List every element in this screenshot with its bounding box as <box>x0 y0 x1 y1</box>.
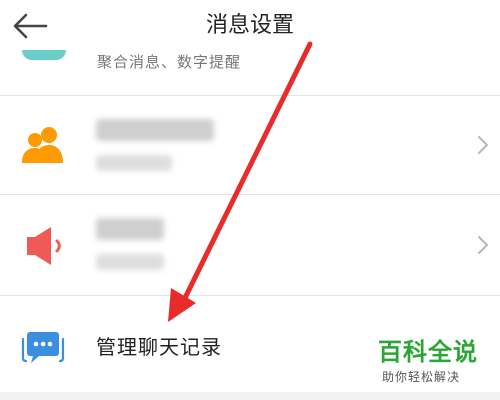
speaker-icon <box>27 227 61 265</box>
settings-row-sound[interactable] <box>0 195 500 295</box>
settings-row-contacts[interactable] <box>0 96 500 194</box>
contacts-icon <box>22 127 63 163</box>
watermark-title: 百科全说 <box>378 338 478 366</box>
chat-bubble-icon <box>21 332 65 363</box>
bottom-strip <box>0 392 500 400</box>
manage-chat-history-label: 管理聊天记录 <box>96 335 222 359</box>
page-title: 消息设置 <box>205 13 294 38</box>
blurred-row-title <box>96 218 164 240</box>
chevron-right-icon <box>478 236 488 254</box>
teal-icon <box>22 50 66 60</box>
row-subtext-aggregate: 聚合消息、数字提醒 <box>97 53 242 71</box>
watermark-subtitle: 助你轻松解决 <box>382 370 461 384</box>
blurred-row-subtitle <box>96 254 164 270</box>
blurred-row-title <box>96 119 214 141</box>
blurred-row-subtitle <box>96 155 172 171</box>
top-bar: 消息设置 <box>0 0 500 50</box>
chevron-right-icon <box>478 136 488 154</box>
settings-row-aggregate[interactable] <box>0 50 500 95</box>
